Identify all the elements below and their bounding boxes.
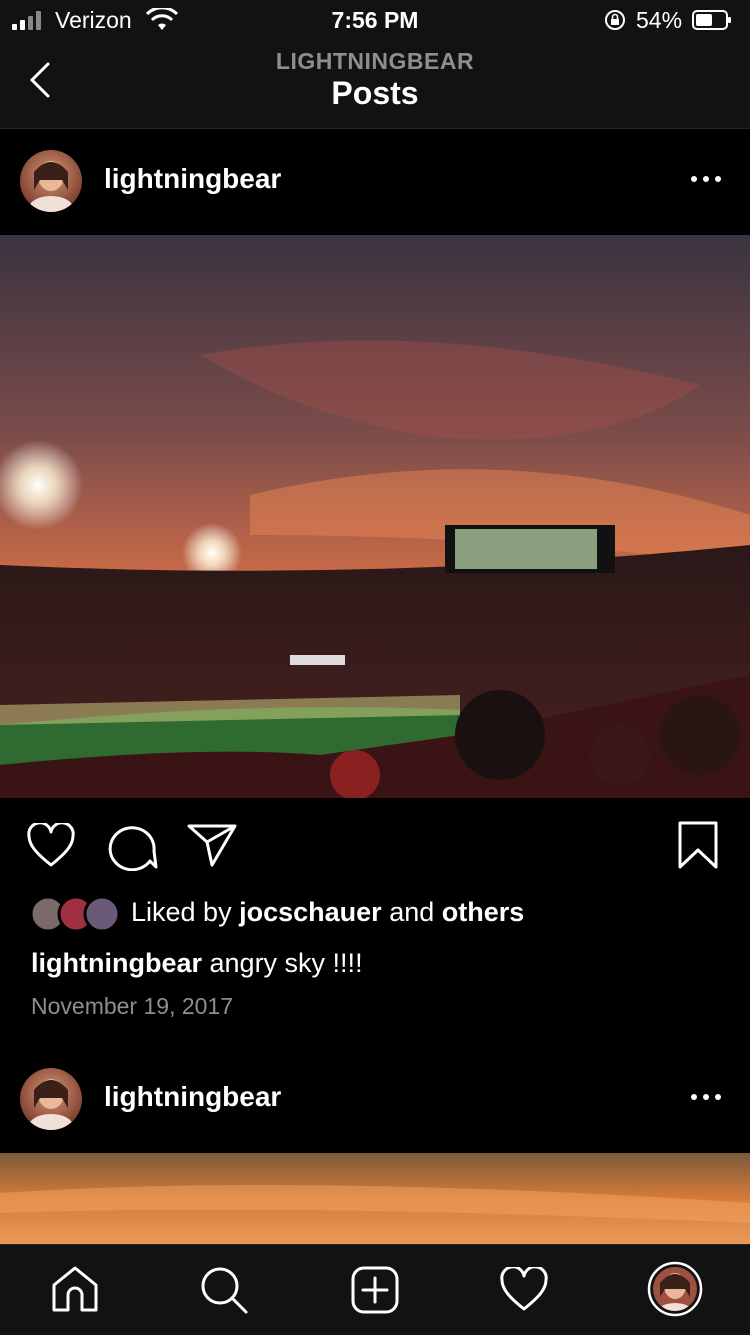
liked-by-user[interactable]: jocschauer xyxy=(239,897,382,927)
post-photo[interactable] xyxy=(0,1153,750,1245)
more-icon[interactable] xyxy=(688,1087,724,1107)
home-icon[interactable] xyxy=(50,1265,100,1313)
liked-by-label: Liked by xyxy=(131,897,232,927)
bookmark-icon[interactable] xyxy=(676,820,720,870)
heart-icon[interactable] xyxy=(26,823,76,869)
liked-by-others[interactable]: others xyxy=(442,897,525,927)
battery-percent: 54% xyxy=(636,7,683,33)
activity-icon[interactable] xyxy=(499,1267,549,1313)
liker-avatars[interactable] xyxy=(30,894,122,934)
post-header: lightningbear xyxy=(0,129,750,234)
search-icon[interactable] xyxy=(199,1265,249,1315)
avatar[interactable] xyxy=(20,150,82,212)
liked-by-and: and xyxy=(389,897,435,927)
post-date: November 19, 2017 xyxy=(31,993,234,1019)
post-username[interactable]: lightningbear xyxy=(104,1081,281,1113)
caption-username[interactable]: lightningbear xyxy=(31,948,202,978)
post-photo[interactable] xyxy=(0,235,750,798)
nav-header: LIGHTNINGBEAR Posts xyxy=(0,40,750,129)
profile-name-label: LIGHTNINGBEAR xyxy=(275,48,475,74)
avatar[interactable] xyxy=(20,1068,82,1130)
post-header: lightningbear xyxy=(0,1047,750,1152)
post-caption: lightningbear angry sky !!!! xyxy=(31,948,363,979)
battery-icon xyxy=(692,10,731,30)
comment-icon[interactable] xyxy=(106,821,158,871)
caption-text: angry sky !!!! xyxy=(209,948,363,978)
more-icon[interactable] xyxy=(688,169,724,189)
likes-summary[interactable]: Liked by jocschauer and others xyxy=(131,897,524,928)
new-post-icon[interactable] xyxy=(350,1265,400,1315)
status-bar: Verizon 7:56 PM 54% xyxy=(0,0,750,40)
share-icon[interactable] xyxy=(186,822,238,868)
tab-bar xyxy=(0,1244,750,1335)
page-title: Posts xyxy=(331,75,419,111)
post-username[interactable]: lightningbear xyxy=(104,163,281,195)
rotation-lock-icon xyxy=(605,10,625,30)
profile-icon[interactable] xyxy=(647,1261,703,1317)
